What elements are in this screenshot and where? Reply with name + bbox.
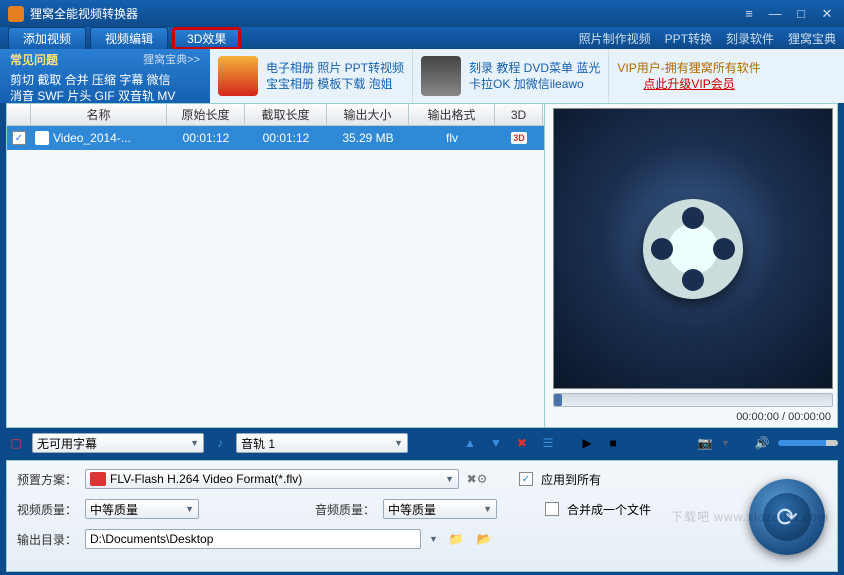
apply-all-label: 应用到所有 [541,471,601,488]
link-baodian[interactable]: 狸窝宝典 [788,30,836,47]
move-up-icon[interactable]: ▲ [460,433,480,453]
preset-settings-icon[interactable]: ✖⚙ [467,469,487,489]
col-3d[interactable]: 3D [495,104,543,125]
subtitle-select[interactable]: 无可用字幕▼ [32,433,204,453]
preset-select[interactable]: FLV-Flash H.264 Video Format(*.flv)▼ [85,469,459,489]
audio-track-icon[interactable]: ♪ [210,433,230,453]
row-checkbox[interactable]: ✓ [12,131,26,145]
link-ppt-convert[interactable]: PPT转换 [665,30,712,47]
volume-slider[interactable] [778,440,838,446]
col-cut-length[interactable]: 截取长度 [245,104,327,125]
video-preview[interactable] [553,108,833,389]
close-icon[interactable]: ✕ [818,6,836,22]
file-list-pane: 名称 原始长度 截取长度 输出大小 输出格式 3D ✓ Video_2014-.… [7,104,545,427]
link-burn[interactable]: 刻录软件 [726,30,774,47]
table-row[interactable]: ✓ Video_2014-... 00:01:12 00:01:12 35.29… [7,126,544,150]
video-edit-button[interactable]: 视频编辑 [90,27,168,50]
move-down-icon[interactable]: ▼ [486,433,506,453]
timecode: 00:00:00 / 00:00:00 [553,411,833,423]
convert-icon: ⟳ [763,493,811,541]
browse-folder-icon[interactable]: 📁 [446,529,466,549]
phone-icon [421,56,461,96]
convert-button[interactable]: ⟳ [749,479,825,555]
faq-more-link[interactable]: 狸窝宝典>> [143,51,200,68]
output-panel: 预置方案： FLV-Flash H.264 Video Format(*.flv… [6,460,838,572]
file-icon [35,131,49,145]
snapshot-icon[interactable]: 📷 [695,433,715,453]
faq-keywords[interactable]: 剪切 截取 合并 压缩 字幕 微信 消音 SWF 片头 GIF 双音轨 MV [0,70,210,106]
col-name[interactable]: 名称 [31,104,167,125]
apply-all-checkbox[interactable]: ✓ [519,472,533,486]
3d-badge-icon[interactable]: 3D [511,132,527,144]
maximize-icon[interactable]: □ [792,6,810,22]
ppt-icon [218,56,258,96]
col-output-format[interactable]: 输出格式 [409,104,495,125]
link-photo-video[interactable]: 照片制作视频 [579,30,651,47]
flv-format-icon [90,472,106,486]
list-empty-area[interactable] [7,150,544,427]
output-dir-label: 输出目录： [17,531,77,548]
preset-label: 预置方案： [17,471,77,488]
app-logo-icon [8,6,24,22]
faq-title: 常见问题 [10,51,58,68]
window-title: 狸窝全能视频转换器 [30,5,138,22]
col-checkbox[interactable] [7,104,31,125]
seek-slider[interactable] [553,393,833,407]
minimize-icon[interactable]: — [766,6,784,22]
col-output-size[interactable]: 输出大小 [327,104,409,125]
table-header: 名称 原始长度 截取长度 输出大小 输出格式 3D [7,104,544,126]
delete-icon[interactable]: ✖ [512,433,532,453]
video-quality-label: 视频质量： [17,501,77,518]
output-dir-input[interactable]: D:\Documents\Desktop [85,529,421,549]
subtitle-icon[interactable]: ▢ [6,433,26,453]
merge-label: 合并成一个文件 [567,501,651,518]
toolbar-links: 照片制作视频 PPT转换 刻录软件 狸窝宝典 [579,30,836,47]
main-toolbar: 添加视频 视频编辑 3D效果 照片制作视频 PPT转换 刻录软件 狸窝宝典 [0,27,844,49]
video-quality-select[interactable]: 中等质量▼ [85,499,199,519]
faq-bar: 常见问题 狸窝宝典>> 剪切 截取 合并 压缩 字幕 微信 消音 SWF 片头 … [0,49,844,103]
add-video-button[interactable]: 添加视频 [8,27,86,50]
merge-checkbox[interactable] [545,502,559,516]
stop-button[interactable]: ■ [603,433,623,453]
audio-track-select[interactable]: 音轨 1▼ [236,433,408,453]
film-reel-icon [643,199,743,299]
sub-toolbar: ▢ 无可用字幕▼ ♪ 音轨 1▼ ▲ ▼ ✖ ☰ ▶ ■ 📷 ▼ 🔊 [6,430,838,456]
titlebar: 狸窝全能视频转换器 ≡ — □ ✕ [0,0,844,27]
audio-quality-label: 音频质量： [315,501,375,518]
col-orig-length[interactable]: 原始长度 [167,104,245,125]
clear-list-icon[interactable]: ☰ [538,433,558,453]
audio-quality-select[interactable]: 中等质量▼ [383,499,497,519]
main-area: 名称 原始长度 截取长度 输出大小 输出格式 3D ✓ Video_2014-.… [6,103,838,428]
menu-icon[interactable]: ≡ [740,6,758,22]
open-folder-icon[interactable]: 📂 [474,529,494,549]
volume-icon[interactable]: 🔊 [752,433,772,453]
3d-effect-button[interactable]: 3D效果 [172,27,241,50]
preview-pane: 00:00:00 / 00:00:00 [545,104,837,427]
play-button[interactable]: ▶ [577,433,597,453]
vip-upgrade-link[interactable]: 点此升级VIP会员 [617,76,760,92]
